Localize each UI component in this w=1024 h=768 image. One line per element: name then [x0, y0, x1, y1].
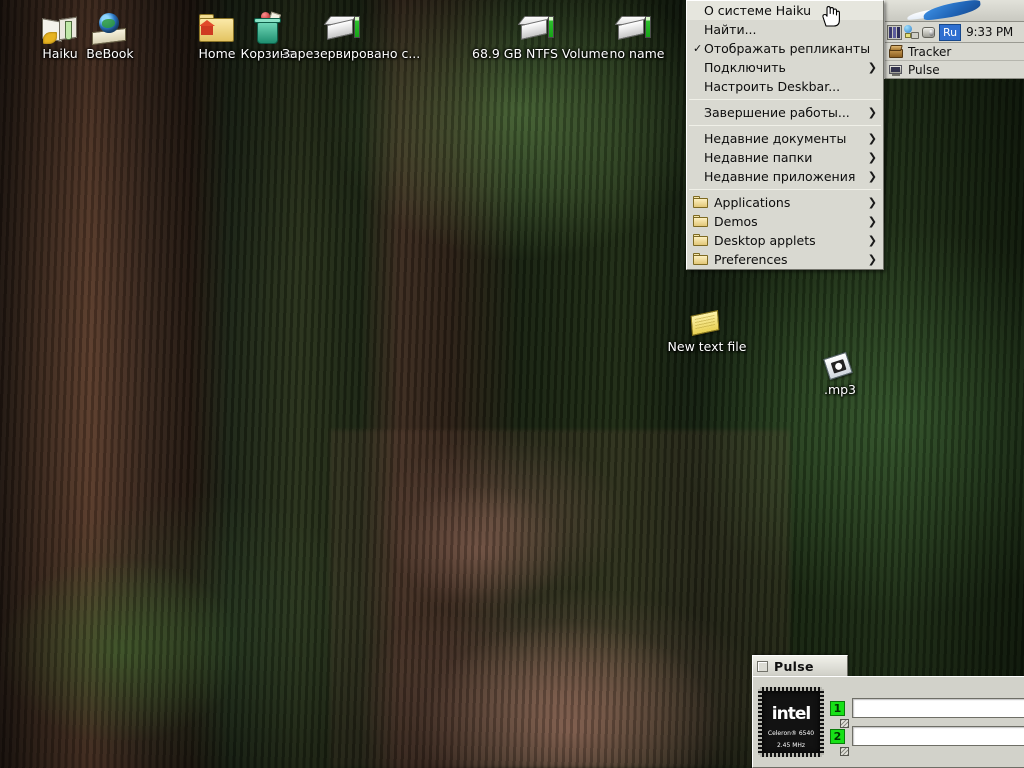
menu-item-label: Подключить [704, 60, 786, 75]
menu-item[interactable]: Недавние документы ❯ [687, 129, 883, 148]
menu-item-label: Preferences [714, 252, 788, 267]
menu-item[interactable]: Настроить Deskbar... [687, 77, 883, 96]
resize-handle[interactable] [840, 747, 849, 756]
desktop-icon-label: no name [609, 46, 665, 61]
menu-item-label: Desktop applets [714, 233, 816, 248]
deskbar-app-label: Tracker [908, 44, 952, 59]
mp3-file-icon [820, 348, 860, 382]
desktop-icon-bebook[interactable]: BeBook [58, 12, 162, 61]
menu-item[interactable]: Подключить ❯ [687, 58, 883, 77]
menu-item-label: Недавние приложения [704, 169, 856, 184]
desktop-icon-mp3-file[interactable]: .mp3 [788, 348, 892, 397]
bebook-icon [90, 12, 130, 46]
folder-icon [693, 234, 709, 247]
cpu-usage-bar [852, 698, 1024, 718]
cpu-speed-label: 2.45 MHz [776, 742, 806, 749]
clock[interactable]: 9:33 PM [966, 25, 1013, 39]
keyboard-layout-indicator[interactable]: Ru [939, 23, 962, 41]
disk-volume-icon [323, 12, 366, 46]
chevron-right-icon: ❯ [867, 61, 877, 74]
pulse-replicant-icon[interactable] [887, 24, 902, 40]
cpu-chip-icon: intel Celeron® 6540 2.45 MHz [758, 687, 824, 757]
pulse-window-body: intel Celeron® 6540 2.45 MHz 1 2 [752, 676, 1024, 768]
menu-item[interactable]: Preferences ❯ [687, 250, 883, 269]
desktop-icon-reserved-volume[interactable]: Зарезервировано с... [282, 12, 420, 61]
menu-item-label: Завершение работы... [704, 105, 850, 120]
chevron-right-icon: ❯ [867, 196, 877, 209]
deskbar-menu[interactable]: О системе Haiku Найти... ✓ Отображать репли… [686, 0, 884, 270]
menu-item-label: Найти... [704, 22, 757, 37]
menu-item-label: Недавние папки [704, 150, 813, 165]
cpu-meter-row: 1 [830, 698, 1024, 728]
deskbar-app-pulse[interactable]: Pulse [885, 61, 1024, 79]
pulse-window[interactable]: Pulse intel Celeron® 6540 2.45 MHz 1 2 [752, 655, 1024, 768]
folder-icon [693, 215, 709, 228]
deskbar[interactable]: Ru 9:33 PM Tracker Pulse [884, 0, 1024, 79]
cpu-model-label: Celeron® 6540 [767, 730, 815, 737]
close-icon[interactable] [757, 660, 768, 672]
haiku-leaf-logo [906, 0, 982, 21]
pulse-window-title: Pulse [774, 658, 814, 674]
desktop-icon-label: Зарезервировано с... [282, 46, 421, 61]
menu-item[interactable]: Завершение работы... ❯ [687, 103, 883, 122]
chevron-right-icon: ❯ [867, 132, 877, 145]
chevron-right-icon: ❯ [867, 106, 877, 119]
menu-separator [689, 189, 881, 190]
menu-item-label: Недавние документы [704, 131, 847, 146]
menu-separator [689, 125, 881, 126]
text-file-icon [687, 305, 727, 339]
menu-item-label: О системе Haiku [704, 3, 812, 18]
chevron-right-icon: ❯ [867, 253, 877, 266]
menu-item[interactable]: ✓ Отображать репликанты [687, 39, 883, 58]
cpu-usage-bar [852, 726, 1024, 746]
desktop-icon-new-text-file[interactable]: New text file [655, 305, 759, 354]
desktop-icon-label: BeBook [86, 46, 134, 61]
menu-item[interactable]: Недавние приложения ❯ [687, 167, 883, 186]
menu-item-label: Demos [714, 214, 758, 229]
chevron-right-icon: ❯ [867, 170, 877, 183]
menu-separator [689, 99, 881, 100]
menu-item[interactable]: Desktop applets ❯ [687, 231, 883, 250]
wallpaper-ferns [0, 470, 300, 768]
disk-volume-icon [614, 12, 657, 46]
cpu-toggle-button[interactable]: 2 [830, 728, 845, 744]
checkmark-icon: ✓ [693, 42, 703, 55]
wallpaper-road [330, 430, 790, 768]
desktop-icon-label: New text file [667, 339, 747, 354]
chevron-right-icon: ❯ [867, 151, 877, 164]
menu-item[interactable]: Applications ❯ [687, 193, 883, 212]
folder-icon [693, 196, 709, 209]
deskbar-app-tracker[interactable]: Tracker [885, 43, 1024, 61]
deskbar-tray[interactable]: Ru 9:33 PM [885, 22, 1024, 43]
menu-item-label: Applications [714, 195, 791, 210]
cpu-brand-label: intel [771, 704, 811, 724]
menu-item[interactable]: О системе Haiku [687, 1, 883, 20]
volume-icon[interactable] [921, 25, 936, 40]
deskbar-running-apps: Tracker Pulse [885, 43, 1024, 79]
network-icon[interactable] [904, 24, 919, 40]
deskbar-app-label: Pulse [908, 62, 940, 77]
desktop-icon-no-name-volume[interactable]: no name [585, 12, 689, 61]
menu-item[interactable]: Недавние папки ❯ [687, 148, 883, 167]
tracker-icon [889, 44, 903, 59]
menu-item[interactable]: Найти... [687, 20, 883, 39]
menu-item-label: Настроить Deskbar... [704, 79, 841, 94]
pulse-titlebar[interactable]: Pulse [752, 655, 848, 676]
deskbar-leaf-button[interactable] [885, 0, 1024, 22]
desktop-icon-label: .mp3 [823, 382, 857, 397]
cpu-meter-row: 2 [830, 726, 1024, 756]
menu-item-label: Отображать репликанты [704, 41, 871, 56]
pulse-icon [889, 63, 903, 77]
disk-volume-icon [517, 12, 560, 46]
cpu-meter-list: 1 2 [830, 698, 1024, 756]
menu-item[interactable]: Demos ❯ [687, 212, 883, 231]
cpu-toggle-button[interactable]: 1 [830, 700, 845, 716]
chevron-right-icon: ❯ [867, 234, 877, 247]
chevron-right-icon: ❯ [867, 215, 877, 228]
folder-icon [693, 253, 709, 266]
